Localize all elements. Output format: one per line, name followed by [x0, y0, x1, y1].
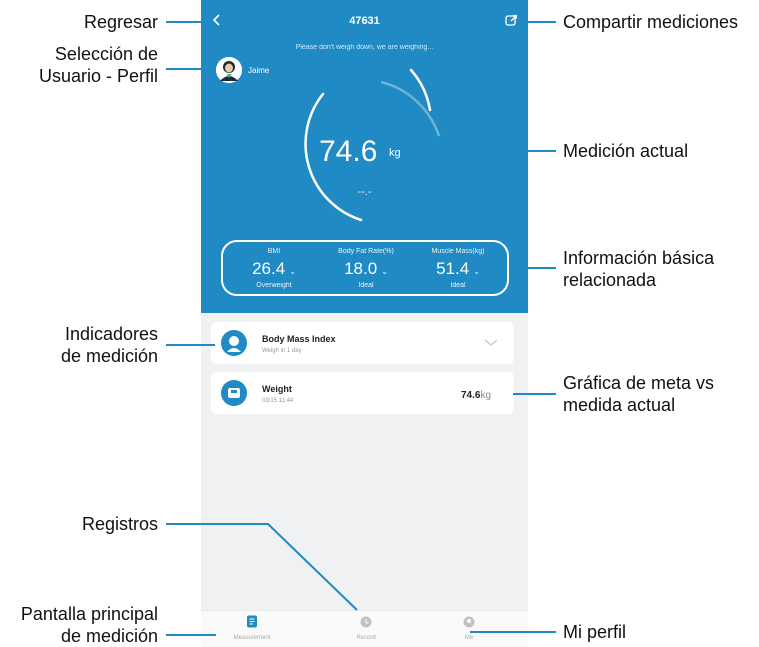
callout-back: Regresar [83, 12, 158, 32]
callout-my-profile: Mi perfil [563, 622, 627, 642]
callout-indicators: Indicadores de medición [60, 324, 158, 366]
callout-current-measure: Medición actual [563, 141, 689, 161]
callout-main-screen: Pantalla principal de medición [20, 604, 158, 646]
callout-basic-info: Información básica relacionada [563, 248, 715, 290]
callout-records: Registros [81, 514, 158, 534]
callout-goal-chart: Gráfica de meta vs medida actual [563, 373, 715, 415]
callout-user-select: Selección de Usuario - Perfil [38, 44, 158, 86]
callout-share: Compartir mediciones [563, 12, 739, 32]
